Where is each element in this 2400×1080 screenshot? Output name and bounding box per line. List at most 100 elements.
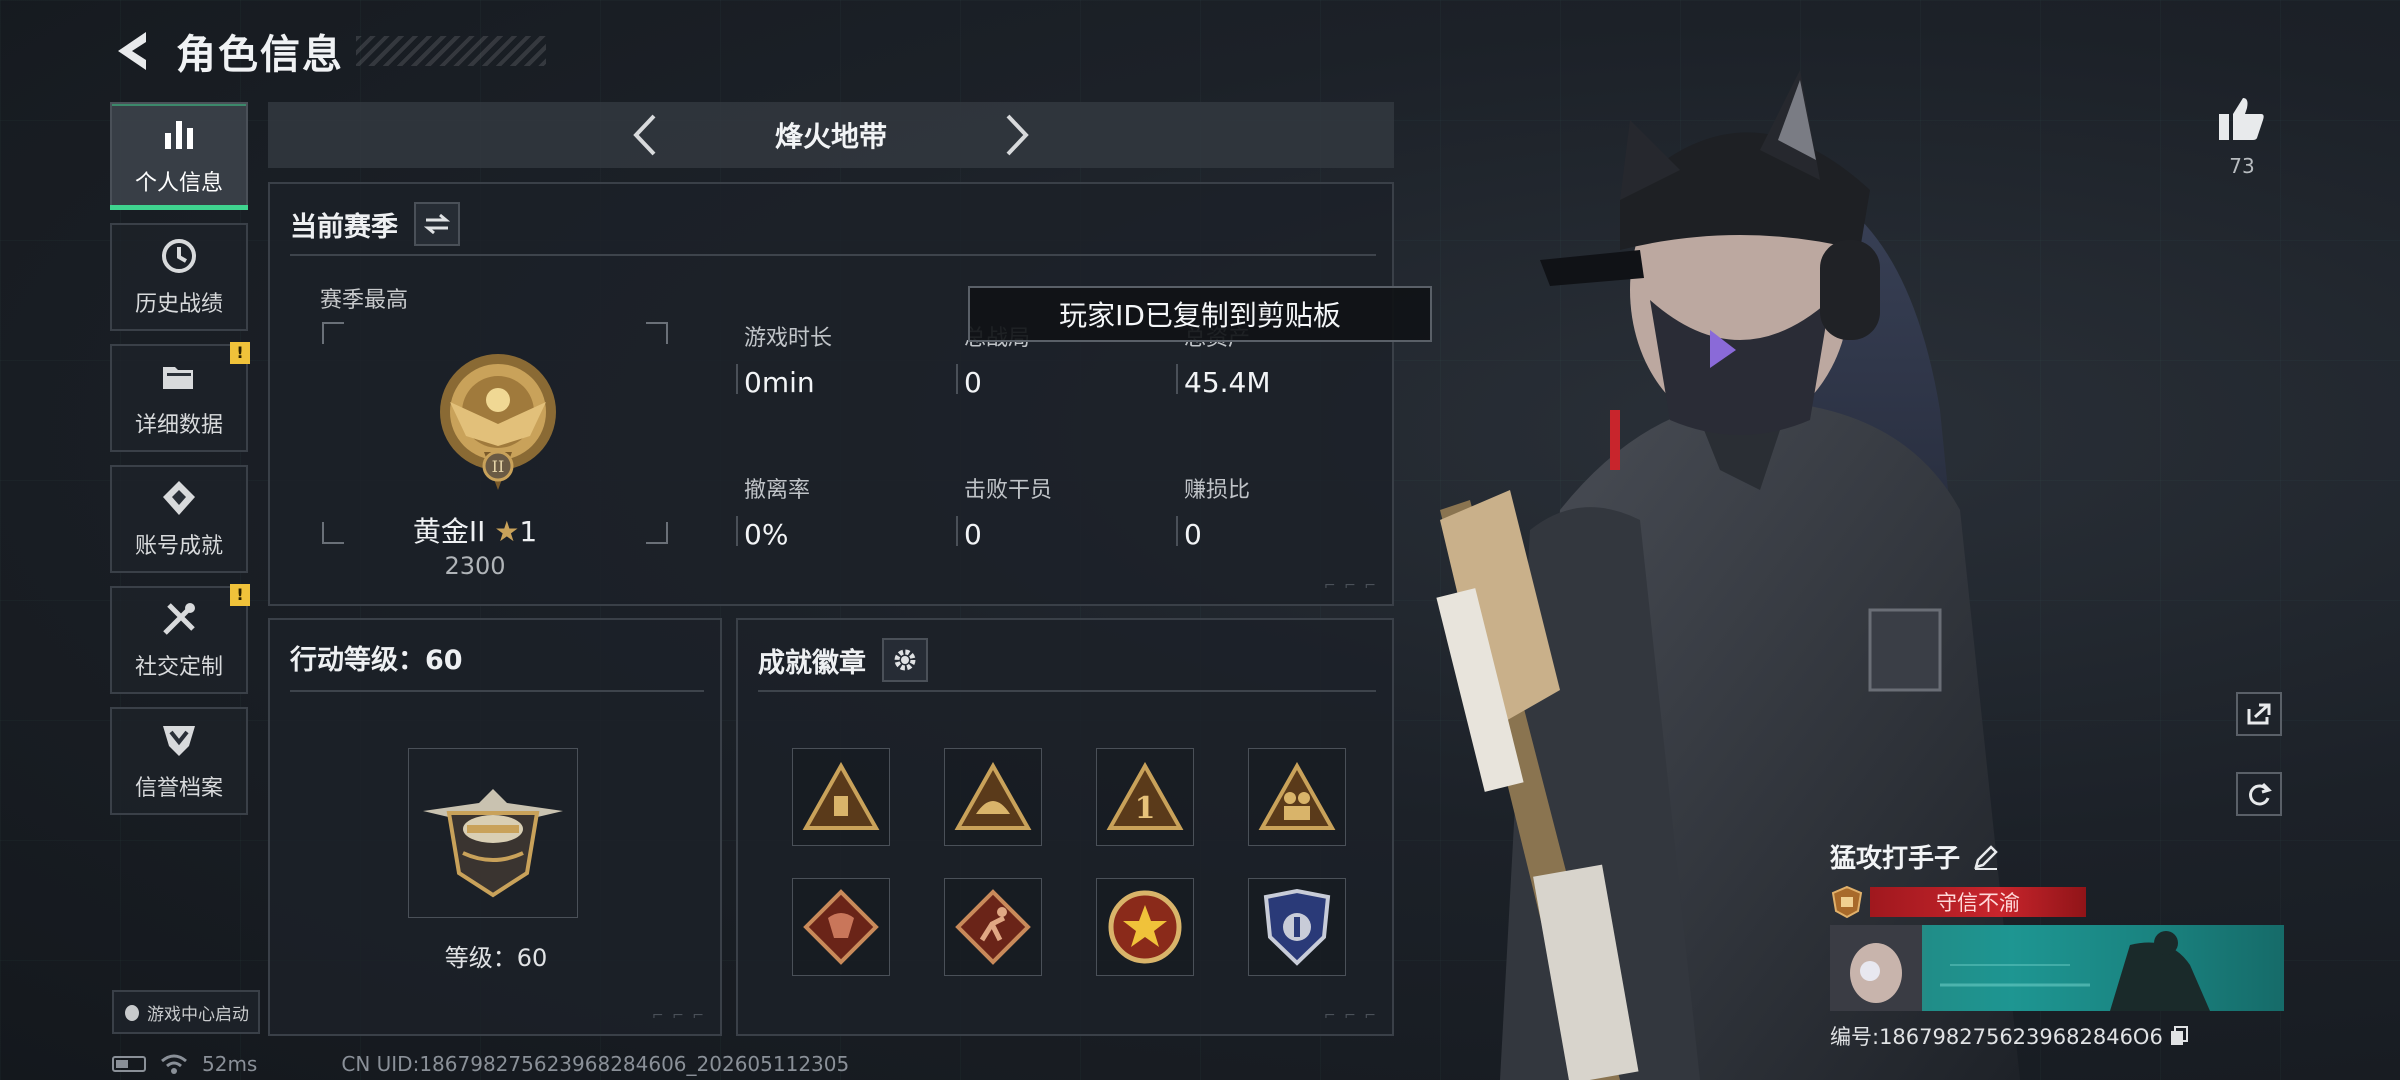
triangle-helmet-badge-icon bbox=[954, 762, 1032, 830]
next-mode-button[interactable] bbox=[996, 112, 1036, 158]
stat-marker bbox=[1176, 364, 1178, 394]
credit-badge-icon bbox=[1831, 885, 1863, 919]
helicopter-emblem-icon bbox=[423, 789, 563, 898]
player-name-row: 猛攻打手子 bbox=[1830, 838, 2284, 875]
stat-extract-rate: 撤离率 0% bbox=[736, 472, 811, 551]
achievements-divider bbox=[758, 690, 1376, 692]
stat-marker bbox=[736, 364, 738, 394]
achievement-badge[interactable] bbox=[1096, 878, 1194, 976]
wifi-icon bbox=[161, 1054, 187, 1074]
page-header: 角色信息 bbox=[110, 22, 546, 80]
svg-text:II: II bbox=[492, 457, 505, 476]
share-icon bbox=[2247, 703, 2271, 725]
sidebar-item-achievements[interactable]: 账号成就 bbox=[110, 465, 248, 573]
notification-badge: ! bbox=[230, 342, 250, 364]
sidebar-item-social[interactable]: 社交定制 ! bbox=[110, 584, 250, 694]
stat-marker bbox=[736, 516, 738, 546]
player-id: 编号:1867982756239682846O6 bbox=[1830, 1025, 2163, 1049]
achievement-badge[interactable] bbox=[1248, 878, 1346, 976]
refresh-icon bbox=[2249, 782, 2272, 806]
gear-icon bbox=[894, 649, 916, 671]
credit-tag: 守信不渝 bbox=[1870, 887, 2086, 917]
stat-value: 45.4M bbox=[1184, 366, 1271, 399]
stat-operators-defeated: 击败干员 0 bbox=[956, 472, 1053, 551]
triangle-supply-badge-icon bbox=[802, 762, 880, 830]
level-text: 等级：60 bbox=[444, 944, 548, 972]
shield-icon bbox=[163, 726, 195, 756]
tools-icon bbox=[163, 603, 195, 635]
penguin-icon bbox=[125, 1005, 139, 1021]
credit-row: 守信不渝 bbox=[1830, 885, 2284, 919]
like-count: 73 bbox=[2229, 154, 2255, 178]
stat-label: 游戏时长 bbox=[744, 326, 833, 351]
thumbs-up-icon bbox=[2219, 98, 2264, 140]
corner-decoration: ⌐ ⌐ ⌐ bbox=[651, 1008, 706, 1024]
copy-icon[interactable] bbox=[2169, 1025, 2189, 1047]
achievement-badge[interactable]: 1 bbox=[1096, 748, 1194, 846]
stat-value: 0% bbox=[744, 518, 789, 551]
refresh-button[interactable] bbox=[2236, 772, 2282, 816]
like-button[interactable]: 73 bbox=[2214, 96, 2270, 178]
rank-name-text: 黄金II bbox=[412, 515, 486, 548]
season-panel-header: 当前赛季 bbox=[290, 202, 460, 246]
achievement-badge[interactable] bbox=[792, 748, 890, 846]
launch-label: 游戏中心启动 bbox=[147, 1004, 249, 1025]
stat-value: 0 bbox=[1184, 518, 1202, 551]
stat-label: 撤离率 bbox=[744, 478, 811, 503]
prev-mode-button[interactable] bbox=[626, 112, 666, 158]
ping-value: 52ms bbox=[202, 1052, 258, 1076]
corner-decoration: ⌐ ⌐ ⌐ bbox=[1323, 1008, 1378, 1024]
game-center-launch-button[interactable]: 游戏中心启动 bbox=[112, 990, 260, 1034]
stat-marker bbox=[956, 516, 958, 546]
stat-value: 0 bbox=[964, 366, 982, 399]
page-title: 角色信息 bbox=[176, 32, 344, 78]
season-title: 当前赛季 bbox=[290, 211, 398, 243]
stat-value: 0 bbox=[964, 518, 982, 551]
edit-name-icon[interactable] bbox=[1972, 843, 2000, 871]
stat-profit-ratio: 赚损比 0 bbox=[1176, 472, 1251, 551]
achievements-panel: 成就徽章 1 ⌐ ⌐ ⌐ bbox=[736, 618, 1394, 1036]
achievement-badge[interactable] bbox=[944, 748, 1042, 846]
corner-decoration: ⌐ ⌐ ⌐ bbox=[1323, 578, 1378, 594]
stat-label: 击败干员 bbox=[964, 478, 1053, 503]
svg-text:1: 1 bbox=[1135, 791, 1156, 826]
stat-label: 赚损比 bbox=[1184, 478, 1251, 503]
player-banner[interactable] bbox=[1830, 925, 2284, 1011]
achievement-icon bbox=[163, 481, 195, 515]
frame-corner bbox=[322, 322, 344, 344]
back-arrow-icon bbox=[118, 32, 146, 70]
achievement-badge[interactable] bbox=[792, 878, 890, 976]
sidebar-item-history[interactable]: 历史战绩 bbox=[110, 223, 248, 331]
triangle-soldiers-badge-icon bbox=[1258, 762, 1336, 830]
sidebar-item-label: 信誉档案 bbox=[134, 776, 223, 801]
achievement-badge[interactable] bbox=[1248, 748, 1346, 846]
level-title: 行动等级：60 bbox=[290, 645, 463, 676]
copied-toast: 玩家ID已复制到剪贴板 bbox=[968, 286, 1432, 342]
rank-medal-icon: II bbox=[440, 354, 556, 490]
round-star-badge-icon bbox=[1108, 890, 1182, 964]
achievements-title: 成就徽章 bbox=[758, 647, 866, 679]
police-shield-badge-icon bbox=[1263, 888, 1331, 966]
share-button[interactable] bbox=[2236, 692, 2282, 736]
level-panel-header: 行动等级：60 bbox=[290, 638, 463, 677]
achievement-badge[interactable] bbox=[944, 878, 1042, 976]
stat-play-time: 游戏时长 0min bbox=[736, 320, 833, 399]
star-icon: ★ bbox=[494, 515, 520, 548]
achievements-panel-header: 成就徽章 bbox=[758, 638, 928, 682]
back-button[interactable] bbox=[110, 25, 154, 77]
bar-chart-icon bbox=[165, 121, 193, 149]
sidebar-item-personal-info[interactable]: 个人信息 bbox=[110, 102, 248, 210]
sidebar-item-label: 历史战绩 bbox=[134, 292, 223, 317]
diamond-dragon-badge-icon bbox=[803, 889, 879, 965]
frame-corner bbox=[646, 322, 668, 344]
player-name: 猛攻打手子 bbox=[1830, 844, 1961, 874]
achievements-settings-button[interactable] bbox=[882, 638, 928, 682]
switch-season-button[interactable] bbox=[414, 202, 460, 246]
sidebar-item-label: 账号成就 bbox=[134, 534, 223, 559]
triangle-number-one-badge-icon: 1 bbox=[1106, 762, 1184, 830]
rank-score: 2300 bbox=[444, 552, 506, 580]
sidebar-item-reputation[interactable]: 信誉档案 bbox=[110, 707, 248, 815]
level-badge bbox=[408, 748, 578, 918]
season-divider bbox=[290, 254, 1376, 256]
sidebar-item-detailed-data[interactable]: 详细数据 ! bbox=[110, 342, 250, 452]
